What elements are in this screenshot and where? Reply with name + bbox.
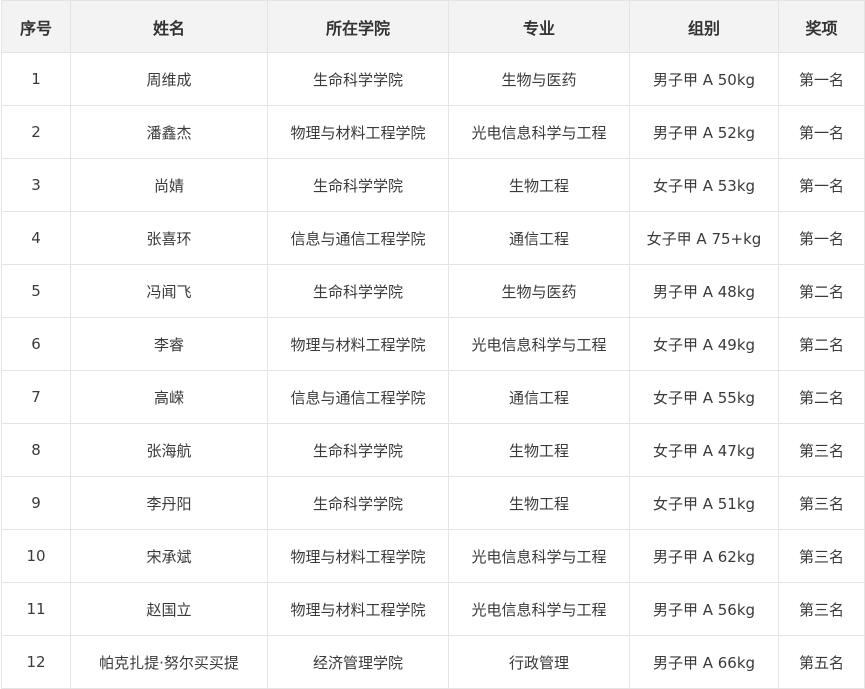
cell-major: 行政管理	[448, 635, 630, 689]
table-row: 11 赵国立 物理与材料工程学院 光电信息科学与工程 男子甲 A 56kg 第三名	[1, 582, 865, 636]
cell-index: 3	[1, 158, 71, 212]
cell-name: 宋承斌	[70, 529, 268, 583]
cell-group: 男子甲 A 56kg	[629, 582, 779, 636]
cell-index: 6	[1, 317, 71, 371]
cell-award: 第三名	[778, 423, 865, 477]
cell-major: 生物工程	[448, 423, 630, 477]
table-header-row: 序号 姓名 所在学院 专业 组别 奖项	[1, 0, 865, 53]
table-row: 12 帕克扎提·努尔买买提 经济管理学院 行政管理 男子甲 A 66kg 第五名	[1, 635, 865, 689]
cell-award: 第二名	[778, 317, 865, 371]
header-group: 组别	[629, 0, 779, 53]
cell-major: 光电信息科学与工程	[448, 529, 630, 583]
cell-major: 通信工程	[448, 370, 630, 424]
cell-group: 男子甲 A 48kg	[629, 264, 779, 318]
table-row: 3 尚婧 生命科学学院 生物工程 女子甲 A 53kg 第一名	[1, 158, 865, 212]
cell-college: 生命科学学院	[267, 52, 449, 106]
cell-major: 生物与医药	[448, 52, 630, 106]
cell-name: 李睿	[70, 317, 268, 371]
cell-index: 5	[1, 264, 71, 318]
cell-award: 第二名	[778, 370, 865, 424]
cell-group: 女子甲 A 53kg	[629, 158, 779, 212]
cell-award: 第一名	[778, 52, 865, 106]
table-row: 9 李丹阳 生命科学学院 生物工程 女子甲 A 51kg 第三名	[1, 476, 865, 530]
cell-index: 9	[1, 476, 71, 530]
cell-major: 通信工程	[448, 211, 630, 265]
cell-college: 生命科学学院	[267, 158, 449, 212]
header-index: 序号	[1, 0, 71, 53]
cell-major: 生物工程	[448, 158, 630, 212]
cell-name: 周维成	[70, 52, 268, 106]
cell-major: 生物与医药	[448, 264, 630, 318]
cell-name: 李丹阳	[70, 476, 268, 530]
cell-index: 2	[1, 105, 71, 159]
cell-index: 7	[1, 370, 71, 424]
table-row: 1 周维成 生命科学学院 生物与医药 男子甲 A 50kg 第一名	[1, 52, 865, 106]
cell-major: 光电信息科学与工程	[448, 317, 630, 371]
cell-index: 1	[1, 52, 71, 106]
cell-college: 生命科学学院	[267, 264, 449, 318]
table-row: 4 张喜环 信息与通信工程学院 通信工程 女子甲 A 75+kg 第一名	[1, 211, 865, 265]
table-row: 5 冯闻飞 生命科学学院 生物与医药 男子甲 A 48kg 第二名	[1, 264, 865, 318]
cell-college: 生命科学学院	[267, 423, 449, 477]
table-body: 1 周维成 生命科学学院 生物与医药 男子甲 A 50kg 第一名 2 潘鑫杰 物理与材料工程学…	[1, 52, 865, 689]
cell-index: 11	[1, 582, 71, 636]
awards-table: 序号 姓名 所在学院 专业 组别 奖项 1 周维成 生命科学学院 生物与医药 男子甲 A…	[1, 0, 865, 689]
cell-group: 男子甲 A 66kg	[629, 635, 779, 689]
cell-college: 生命科学学院	[267, 476, 449, 530]
cell-name: 赵国立	[70, 582, 268, 636]
cell-index: 12	[1, 635, 71, 689]
header-name: 姓名	[70, 0, 268, 53]
cell-award: 第三名	[778, 529, 865, 583]
cell-group: 男子甲 A 52kg	[629, 105, 779, 159]
cell-award: 第一名	[778, 211, 865, 265]
cell-college: 物理与材料工程学院	[267, 529, 449, 583]
cell-index: 4	[1, 211, 71, 265]
cell-college: 信息与通信工程学院	[267, 370, 449, 424]
header-major: 专业	[448, 0, 630, 53]
cell-award: 第一名	[778, 158, 865, 212]
table-row: 8 张海航 生命科学学院 生物工程 女子甲 A 47kg 第三名	[1, 423, 865, 477]
cell-college: 物理与材料工程学院	[267, 582, 449, 636]
cell-major: 光电信息科学与工程	[448, 105, 630, 159]
cell-group: 男子甲 A 50kg	[629, 52, 779, 106]
cell-name: 尚婧	[70, 158, 268, 212]
table-row: 10 宋承斌 物理与材料工程学院 光电信息科学与工程 男子甲 A 62kg 第三名	[1, 529, 865, 583]
cell-index: 8	[1, 423, 71, 477]
cell-college: 物理与材料工程学院	[267, 317, 449, 371]
cell-group: 女子甲 A 49kg	[629, 317, 779, 371]
cell-name: 张海航	[70, 423, 268, 477]
cell-group: 男子甲 A 62kg	[629, 529, 779, 583]
cell-name: 冯闻飞	[70, 264, 268, 318]
cell-group: 女子甲 A 75+kg	[629, 211, 779, 265]
cell-name: 高嵘	[70, 370, 268, 424]
cell-award: 第三名	[778, 582, 865, 636]
header-award: 奖项	[778, 0, 865, 53]
cell-major: 生物工程	[448, 476, 630, 530]
cell-group: 女子甲 A 47kg	[629, 423, 779, 477]
table-row: 7 高嵘 信息与通信工程学院 通信工程 女子甲 A 55kg 第二名	[1, 370, 865, 424]
cell-college: 经济管理学院	[267, 635, 449, 689]
cell-name: 张喜环	[70, 211, 268, 265]
cell-award: 第一名	[778, 105, 865, 159]
table-row: 6 李睿 物理与材料工程学院 光电信息科学与工程 女子甲 A 49kg 第二名	[1, 317, 865, 371]
cell-name: 帕克扎提·努尔买买提	[70, 635, 268, 689]
cell-group: 女子甲 A 51kg	[629, 476, 779, 530]
cell-award: 第三名	[778, 476, 865, 530]
cell-award: 第二名	[778, 264, 865, 318]
cell-college: 信息与通信工程学院	[267, 211, 449, 265]
cell-name: 潘鑫杰	[70, 105, 268, 159]
cell-award: 第五名	[778, 635, 865, 689]
cell-group: 女子甲 A 55kg	[629, 370, 779, 424]
table-row: 2 潘鑫杰 物理与材料工程学院 光电信息科学与工程 男子甲 A 52kg 第一名	[1, 105, 865, 159]
cell-index: 10	[1, 529, 71, 583]
header-college: 所在学院	[267, 0, 449, 53]
cell-college: 物理与材料工程学院	[267, 105, 449, 159]
cell-major: 光电信息科学与工程	[448, 582, 630, 636]
